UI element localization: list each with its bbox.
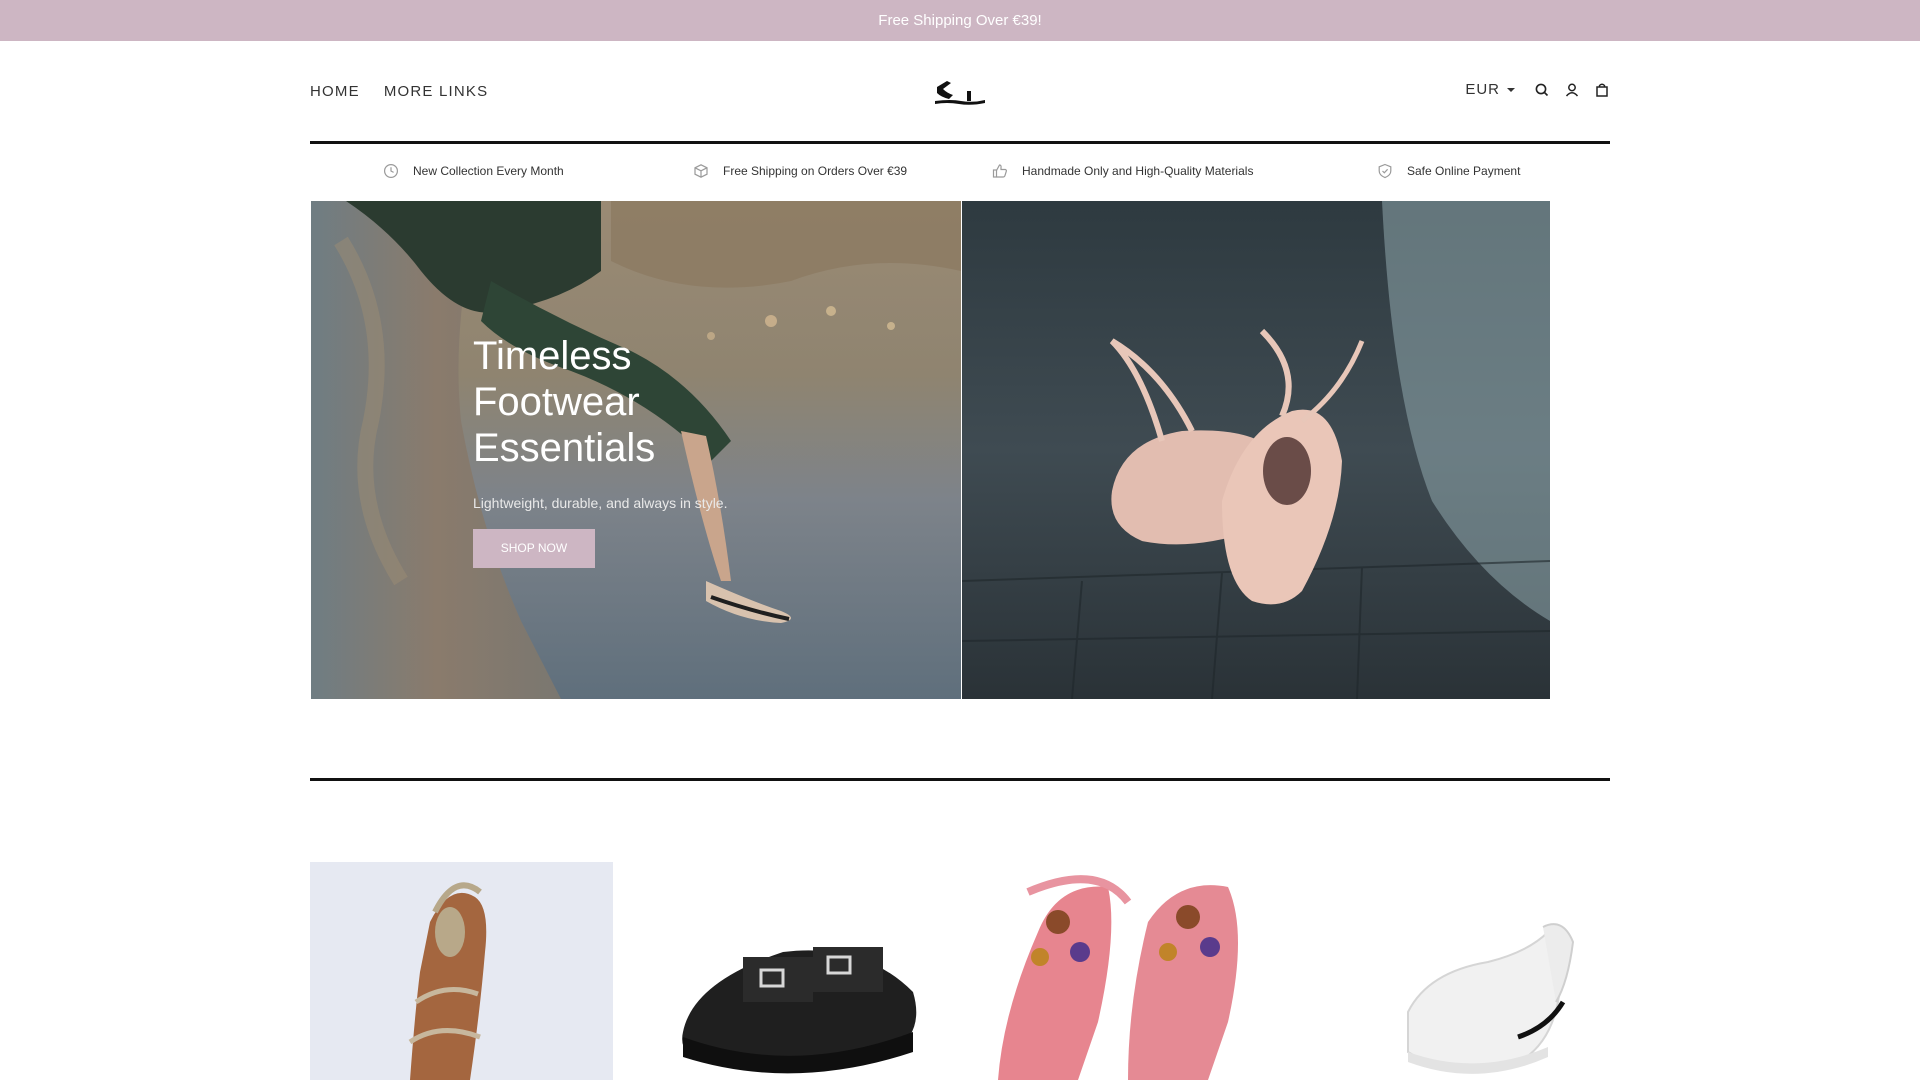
pink-beaded-thong-sandal (978, 862, 1278, 1080)
site-header: HOME MORE LINKS EUR (310, 41, 1610, 141)
account-icon[interactable] (1564, 82, 1580, 98)
search-icon[interactable] (1534, 82, 1550, 98)
hero-side-image (962, 201, 1550, 699)
feature-handmade: Handmade Only and High-Quality Materials (992, 163, 1253, 179)
thumbs-up-icon (992, 163, 1008, 179)
currency-selector[interactable]: EUR (1465, 81, 1516, 98)
hero-subtitle: Lightweight, durable, and always in styl… (473, 495, 728, 511)
product-card[interactable] (978, 862, 1278, 1080)
feature-free-shipping: Free Shipping on Orders Over €39 (693, 163, 907, 179)
box-icon (693, 163, 709, 179)
shop-now-button[interactable]: SHOP NOW (473, 529, 595, 568)
feature-text: New Collection Every Month (413, 164, 564, 178)
header-actions: EUR (1465, 81, 1610, 98)
white-sport-sandal (1308, 862, 1610, 1080)
product-card[interactable] (310, 862, 613, 1080)
nav-home[interactable]: HOME (310, 83, 360, 100)
product-card[interactable] (663, 862, 943, 1080)
hero-content: Timeless Footwear Essentials Lightweight… (473, 333, 727, 568)
product-card[interactable] (1308, 862, 1610, 1080)
nav-more-links[interactable]: MORE LINKS (384, 83, 489, 100)
clock-icon (383, 163, 399, 179)
ballet-shoes-image (962, 201, 1550, 699)
strappy-heel-sandal (310, 862, 613, 1080)
announcement-text: Free Shipping Over €39! (878, 12, 1042, 29)
main-nav: HOME MORE LINKS (310, 83, 488, 100)
caret-down-icon (1506, 85, 1516, 95)
black-buckle-slide (663, 862, 943, 1080)
product-grid (310, 862, 1610, 1080)
hero-banner: Timeless Footwear Essentials Lightweight… (311, 201, 961, 699)
shield-check-icon (1377, 163, 1393, 179)
section-divider (310, 778, 1610, 781)
hero-title: Timeless Footwear Essentials (473, 334, 656, 470)
features-strip: New Collection Every Month Free Shipping… (310, 144, 1610, 200)
feature-new-collection: New Collection Every Month (383, 163, 564, 179)
currency-label: EUR (1465, 81, 1500, 98)
announcement-bar: Free Shipping Over €39! (0, 0, 1920, 41)
feature-text: Safe Online Payment (1407, 164, 1521, 178)
sandal-logo[interactable] (931, 73, 989, 107)
feature-text: Free Shipping on Orders Over €39 (723, 164, 908, 178)
feature-text: Handmade Only and High-Quality Materials (1022, 164, 1254, 178)
feature-safe-payment: Safe Online Payment (1377, 163, 1520, 179)
cart-icon[interactable] (1594, 82, 1610, 98)
